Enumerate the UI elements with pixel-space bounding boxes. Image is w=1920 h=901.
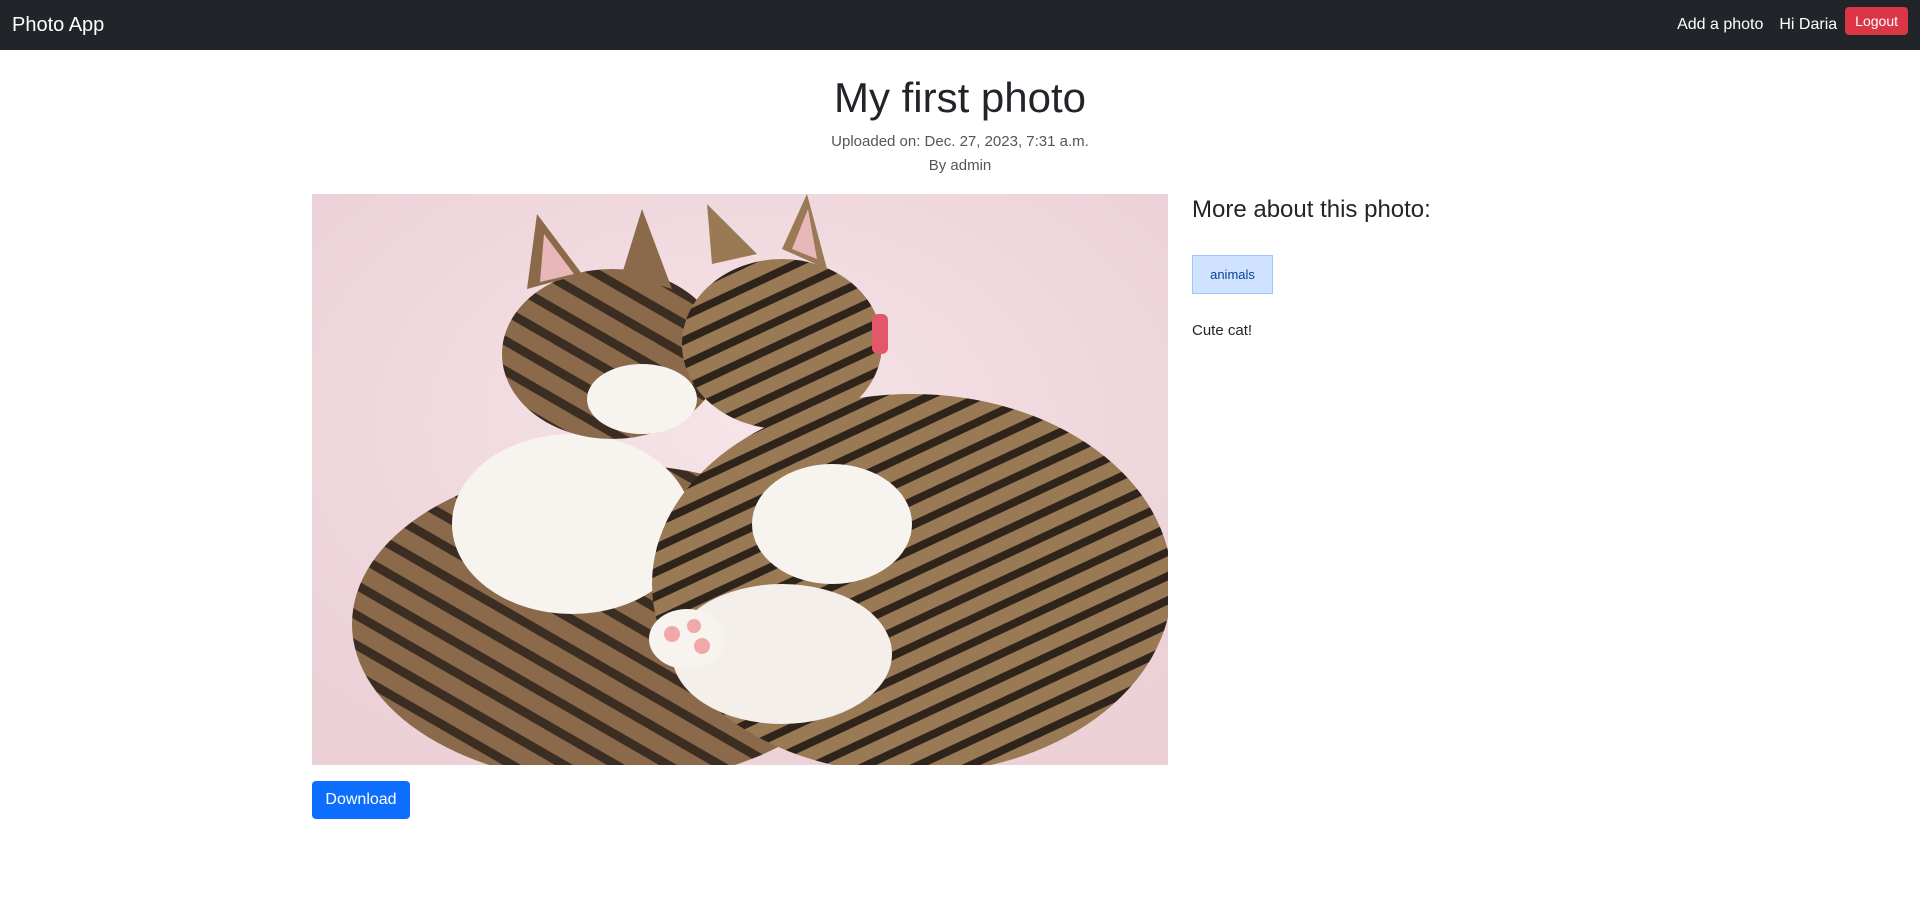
navbar-right: Add a photo Hi Daria Logout [1677,7,1908,35]
top-navbar: Photo App Add a photo Hi Daria Logout [0,0,1920,50]
logout-button[interactable]: Logout [1845,7,1908,35]
photo-title: My first photo [833,74,1087,121]
photo-description: Cute cat! [1192,322,1253,339]
brand-link[interactable]: Photo App [12,14,104,37]
upload-date: Uploaded on: Dec. 27, 2023, 7:31 a.m. [831,133,1089,150]
photo-author: By admin [928,157,992,174]
cats-photo-illustration [312,194,1168,765]
add-photo-link[interactable]: Add a photo [1677,16,1763,34]
tag-animals[interactable]: animals [1192,255,1273,294]
user-greeting: Hi Daria [1779,16,1838,33]
photo-image [312,194,1168,765]
download-button[interactable]: Download [312,781,410,819]
more-about-heading: More about this photo: [1192,196,1431,223]
